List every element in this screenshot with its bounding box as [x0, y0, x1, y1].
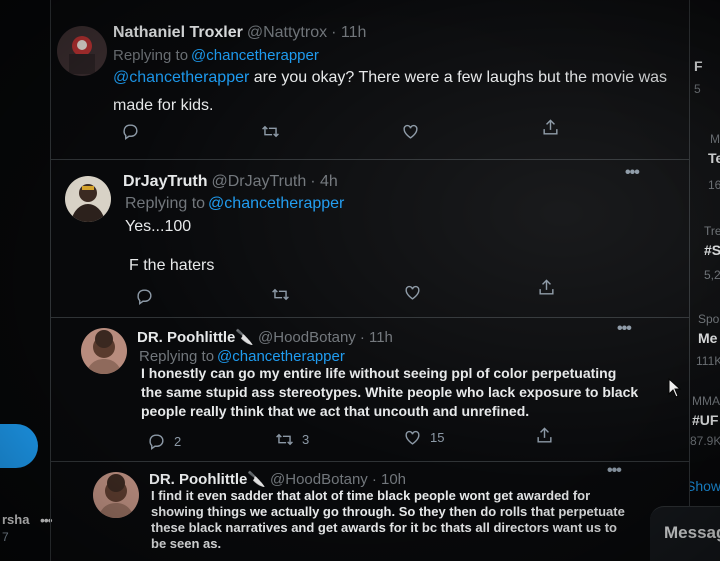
- retweet-icon: [276, 433, 293, 446]
- sidebar-item: 5,2: [704, 268, 720, 282]
- screen: rsha 7 ••• Nathaniel Troxler @Nattytrox · …: [0, 0, 720, 561]
- avatar[interactable]: [81, 328, 127, 374]
- replying-to-label: Replying to: [113, 47, 189, 64]
- like-icon: [405, 430, 420, 445]
- sidebar-item: M: [710, 132, 720, 146]
- tweet-text-line: Yes...100: [125, 218, 192, 235]
- avatar-image: [57, 26, 107, 76]
- display-name[interactable]: Nathaniel Troxler: [113, 24, 243, 41]
- share-button[interactable]: [537, 278, 556, 297]
- like-icon: [405, 285, 420, 300]
- messages-drawer[interactable]: Messag: [650, 506, 720, 561]
- reply-icon: [123, 124, 138, 141]
- retweet-icon: [262, 125, 279, 138]
- sidebar-item: MMA: [692, 394, 720, 408]
- sidebar-trend[interactable]: Me: [698, 330, 717, 346]
- tweet-header: DR. Poohlittle🔪 @HoodBotany · 11h: [137, 328, 393, 346]
- more-icon[interactable]: •••: [625, 164, 640, 182]
- avatar[interactable]: [93, 472, 139, 518]
- retweet-button[interactable]: [271, 285, 290, 304]
- display-name[interactable]: DR. Poohlittle🔪: [137, 329, 254, 346]
- replying-to-link[interactable]: @chancetherapper: [208, 195, 344, 212]
- avatar-image: [65, 176, 111, 222]
- tweet-time[interactable]: · 11h: [360, 329, 393, 346]
- display-name[interactable]: DrJayTruth: [123, 173, 207, 190]
- sidebar-trend[interactable]: #S: [704, 242, 720, 258]
- retweet-button[interactable]: [261, 122, 280, 141]
- replying-to: Replying to @chancetherapper: [125, 195, 344, 213]
- reply-button[interactable]: 2: [147, 432, 181, 451]
- sidebar-item[interactable]: F: [694, 58, 703, 74]
- more-icon[interactable]: •••: [607, 462, 622, 480]
- tweet-text: I honestly can go my entire life without…: [141, 365, 639, 419]
- avatar-image: [81, 328, 127, 374]
- sidebar-item: 16: [708, 178, 720, 192]
- display-name[interactable]: DR. Poohlittle🔪: [149, 471, 266, 488]
- tweet-time[interactable]: · 11h: [331, 24, 366, 41]
- user-handle[interactable]: @DrJayTruth: [211, 173, 306, 190]
- reply-icon: [149, 434, 164, 451]
- tweet-nathaniel-troxler[interactable]: Nathaniel Troxler @Nattytrox · 11h Replyin…: [51, 0, 689, 160]
- tweet-hoodbotany-2[interactable]: DR. Poohlittle🔪 @HoodBotany · 10h ••• I fi…: [51, 462, 689, 561]
- sidebar-item: 5: [694, 82, 701, 96]
- mention-link[interactable]: @chancetherapper: [113, 69, 249, 86]
- avatar-image: [93, 472, 139, 518]
- tweet-header: DrJayTruth @DrJayTruth · 4h: [123, 173, 338, 191]
- tweet-drjaytruth[interactable]: DrJayTruth @DrJayTruth · 4h ••• Replying t…: [51, 160, 689, 318]
- share-icon: [539, 279, 554, 295]
- reply-icon: [137, 289, 152, 306]
- replying-to: Replying to @chancetherapper: [139, 348, 345, 365]
- avatar[interactable]: [57, 26, 107, 76]
- replying-to-label: Replying to: [125, 195, 206, 212]
- avatar[interactable]: [65, 176, 111, 222]
- user-handle[interactable]: @HoodBotany: [258, 329, 356, 346]
- tweet-header: DR. Poohlittle🔪 @HoodBotany · 10h: [149, 470, 406, 488]
- account-handle: 7: [2, 530, 9, 544]
- share-button[interactable]: [535, 426, 554, 445]
- sidebar-item: Spo: [698, 312, 720, 326]
- tweet-hoodbotany-1[interactable]: DR. Poohlittle🔪 @HoodBotany · 11h ••• Repl…: [51, 318, 689, 462]
- like-count: 15: [430, 430, 445, 445]
- right-sidebar: F 5 M Te 16 Tre #S 5,2 Spo Me 111K MMA #…: [690, 0, 720, 561]
- tweet-text: I find it even sadder that alot of time …: [151, 488, 625, 551]
- sidebar-item: Tre: [704, 224, 720, 238]
- cursor-icon: [668, 378, 682, 398]
- sidebar-item: 111K: [696, 354, 720, 368]
- like-button[interactable]: 15: [403, 428, 444, 447]
- account-name[interactable]: rsha: [2, 512, 29, 527]
- like-icon: [403, 124, 418, 139]
- left-rail: rsha 7 •••: [0, 0, 53, 561]
- timeline: Nathaniel Troxler @Nattytrox · 11h Replyin…: [50, 0, 690, 561]
- tweet-header: Nathaniel Troxler @Nattytrox · 11h: [113, 24, 366, 42]
- retweet-count: 3: [302, 432, 310, 447]
- tweet-text: @chancetherapper are you okay? There wer…: [113, 64, 673, 120]
- like-button[interactable]: [401, 122, 420, 141]
- reply-button[interactable]: [135, 287, 154, 306]
- sidebar-item[interactable]: Te: [708, 150, 720, 166]
- messages-label: Messag: [664, 523, 720, 542]
- show-more-link[interactable]: Show: [690, 478, 720, 494]
- replying-to-label: Replying to: [139, 348, 215, 365]
- user-handle[interactable]: @HoodBotany: [270, 471, 368, 488]
- user-handle[interactable]: @Nattytrox: [247, 24, 327, 41]
- like-button[interactable]: [403, 283, 422, 302]
- tweet-time[interactable]: · 10h: [372, 471, 406, 488]
- replying-to: Replying to @chancetherapper: [113, 47, 319, 64]
- compose-tweet-button[interactable]: [0, 424, 38, 468]
- sidebar-trend[interactable]: #UF: [692, 412, 718, 428]
- share-icon: [537, 427, 552, 443]
- tweet-text-line: F the haters: [129, 257, 215, 274]
- retweet-icon: [272, 288, 289, 301]
- share-icon: [543, 119, 558, 135]
- replying-to-link[interactable]: @chancetherapper: [217, 348, 345, 365]
- replying-to-link[interactable]: @chancetherapper: [191, 47, 319, 64]
- share-button[interactable]: [541, 118, 560, 137]
- tweet-time[interactable]: · 4h: [310, 173, 338, 190]
- more-icon[interactable]: •••: [617, 320, 632, 338]
- reply-button[interactable]: [121, 122, 140, 141]
- reply-count: 2: [174, 434, 182, 449]
- sidebar-item: 87.9K: [690, 434, 720, 448]
- retweet-button[interactable]: 3: [275, 430, 309, 449]
